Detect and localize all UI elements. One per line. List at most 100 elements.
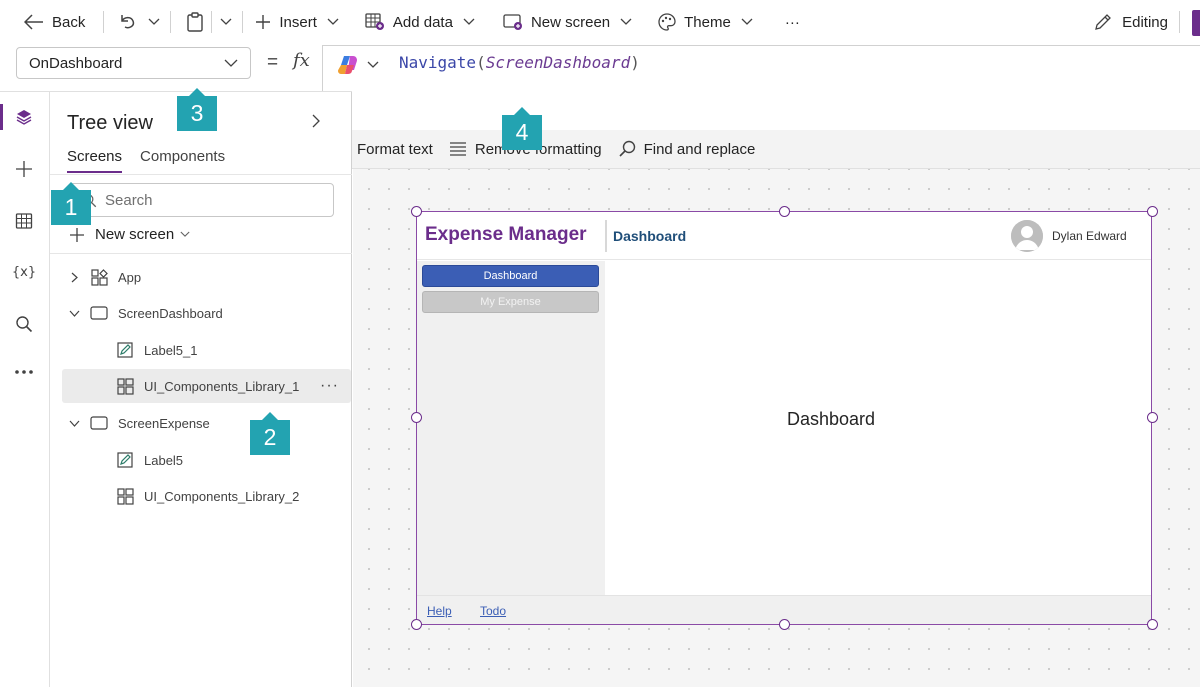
callout-3: 3 — [177, 88, 217, 131]
table-icon — [15, 213, 33, 229]
undo-dropdown[interactable] — [144, 0, 170, 44]
label-icon — [116, 451, 134, 469]
more-icon — [15, 370, 33, 374]
tree-node-app[interactable]: App — [66, 260, 141, 294]
node-more-button[interactable]: ··· — [320, 377, 339, 395]
nav-dashboard-button[interactable]: Dashboard — [422, 265, 599, 287]
tree-view-rail-button[interactable] — [0, 97, 48, 137]
user-name: Dylan Edward — [1052, 229, 1127, 243]
formula-format-bar: Format text Remove formatting Find and r… — [322, 130, 1200, 169]
theme-button[interactable]: Theme — [642, 0, 763, 44]
insert-rail-button[interactable] — [0, 149, 48, 189]
arrow-left-icon — [24, 14, 43, 30]
screen-icon — [90, 414, 108, 432]
todo-link[interactable]: Todo — [480, 604, 506, 618]
component-icon — [116, 377, 134, 395]
app-sidebar: Dashboard My Expense — [417, 261, 605, 595]
tab-components[interactable]: Components — [140, 148, 225, 173]
tree-node-label: UI_Components_Library_2 — [144, 488, 300, 504]
resize-handle[interactable] — [1147, 206, 1158, 217]
paste-button[interactable] — [171, 0, 211, 44]
copilot-icon — [338, 56, 357, 74]
formula-function: Navigate — [399, 53, 477, 72]
formula-close-paren: ) — [630, 53, 640, 72]
resize-handle[interactable] — [411, 619, 422, 630]
tree-search-input[interactable]: Search — [69, 183, 334, 217]
formula-open-paren: ( — [476, 53, 486, 72]
formula-argument: ScreenDashboard — [485, 53, 631, 72]
help-link[interactable]: Help — [427, 604, 452, 618]
search-rail-button[interactable] — [0, 304, 48, 344]
tree-node-label5[interactable]: Label5 — [116, 443, 183, 477]
resize-handle[interactable] — [411, 206, 422, 217]
nav-my-expense-button[interactable]: My Expense — [422, 291, 599, 313]
palette-icon — [658, 13, 676, 31]
tab-screens[interactable]: Screens — [67, 148, 123, 173]
formula-editor[interactable]: Navigate(ScreenDashboard) — [322, 45, 1200, 130]
resize-handle[interactable] — [779, 206, 790, 217]
more-rail-button[interactable] — [0, 352, 48, 392]
chevron-right-icon[interactable] — [66, 272, 82, 283]
tree-node-label: Label5 — [144, 452, 184, 468]
callout-1: 1 — [51, 182, 91, 225]
resize-handle[interactable] — [779, 619, 790, 630]
tree-node-screen-expense[interactable]: ScreenExpense — [66, 406, 210, 440]
tree-node-label5-1[interactable]: Label5_1 — [116, 333, 198, 367]
app-settings-tab[interactable] — [1192, 10, 1200, 36]
resize-handle[interactable] — [411, 412, 422, 423]
data-rail-button[interactable] — [0, 201, 48, 241]
new-screen-tree-button[interactable]: New screen — [69, 226, 190, 243]
search-divider — [50, 253, 352, 254]
plus-icon — [256, 15, 271, 29]
chevron-down-icon — [620, 18, 632, 25]
component-icon — [116, 487, 134, 505]
remove-formatting-icon — [449, 142, 466, 156]
chevron-down-icon[interactable] — [66, 420, 82, 427]
insert-button[interactable]: Insert — [243, 0, 349, 44]
chevron-down-icon — [220, 18, 232, 25]
plus-icon — [70, 227, 84, 242]
undo-icon — [121, 15, 135, 29]
undo-button[interactable] — [104, 0, 144, 44]
app-icon — [90, 268, 108, 286]
callout-2: 2 — [250, 412, 290, 455]
resize-handle[interactable] — [1147, 412, 1158, 423]
tree-node-label: UI_Components_Library_1 — [144, 378, 300, 394]
chevron-down-icon — [148, 18, 160, 25]
plus-icon — [16, 161, 32, 177]
avatar — [1011, 220, 1043, 252]
tree-tabs: Screens Components — [67, 148, 243, 173]
insert-label: Insert — [279, 13, 317, 31]
chevron-down-icon[interactable] — [66, 310, 82, 317]
add-data-button[interactable]: Add data — [349, 0, 485, 44]
editing-label: Editing — [1122, 13, 1168, 31]
database-add-icon — [365, 13, 384, 30]
back-button[interactable]: Back — [0, 0, 95, 44]
screen-icon — [90, 304, 108, 322]
tabs-divider — [50, 174, 352, 175]
editing-status-button[interactable]: Editing — [1094, 0, 1168, 44]
new-screen-button[interactable]: New screen — [485, 0, 642, 44]
resize-handle[interactable] — [1147, 619, 1158, 630]
tree-node-screen-dashboard[interactable]: ScreenDashboard — [66, 296, 223, 330]
tree-node-ui-components-library-1[interactable]: UI_Components_Library_1 ··· — [62, 369, 351, 403]
chevron-down-icon — [741, 18, 753, 25]
more-commands-button[interactable]: ··· — [763, 0, 810, 44]
variables-rail-button[interactable]: {x} — [0, 252, 48, 292]
property-value: OnDashboard — [29, 54, 123, 72]
search-icon — [16, 316, 33, 333]
tree-node-ui-components-library-2[interactable]: UI_Components_Library_2 — [116, 479, 299, 513]
find-replace-button[interactable]: Find and replace — [618, 140, 755, 158]
chevron-down-icon — [180, 231, 190, 237]
copilot-button[interactable] — [337, 54, 379, 76]
theme-label: Theme — [684, 13, 731, 31]
formula-text[interactable]: Navigate(ScreenDashboard) — [399, 53, 640, 72]
app-title: Expense Manager — [425, 224, 587, 245]
paste-dropdown[interactable] — [212, 0, 242, 44]
panel-title: Tree view — [67, 112, 153, 134]
collapse-panel-button[interactable] — [312, 114, 320, 133]
property-dropdown[interactable]: OnDashboard — [16, 47, 251, 79]
app-screen-preview[interactable]: Expense Manager Dashboard Dylan Edward D… — [416, 211, 1152, 625]
format-text-label: Format text — [357, 140, 433, 158]
search-placeholder: Search — [105, 191, 153, 209]
